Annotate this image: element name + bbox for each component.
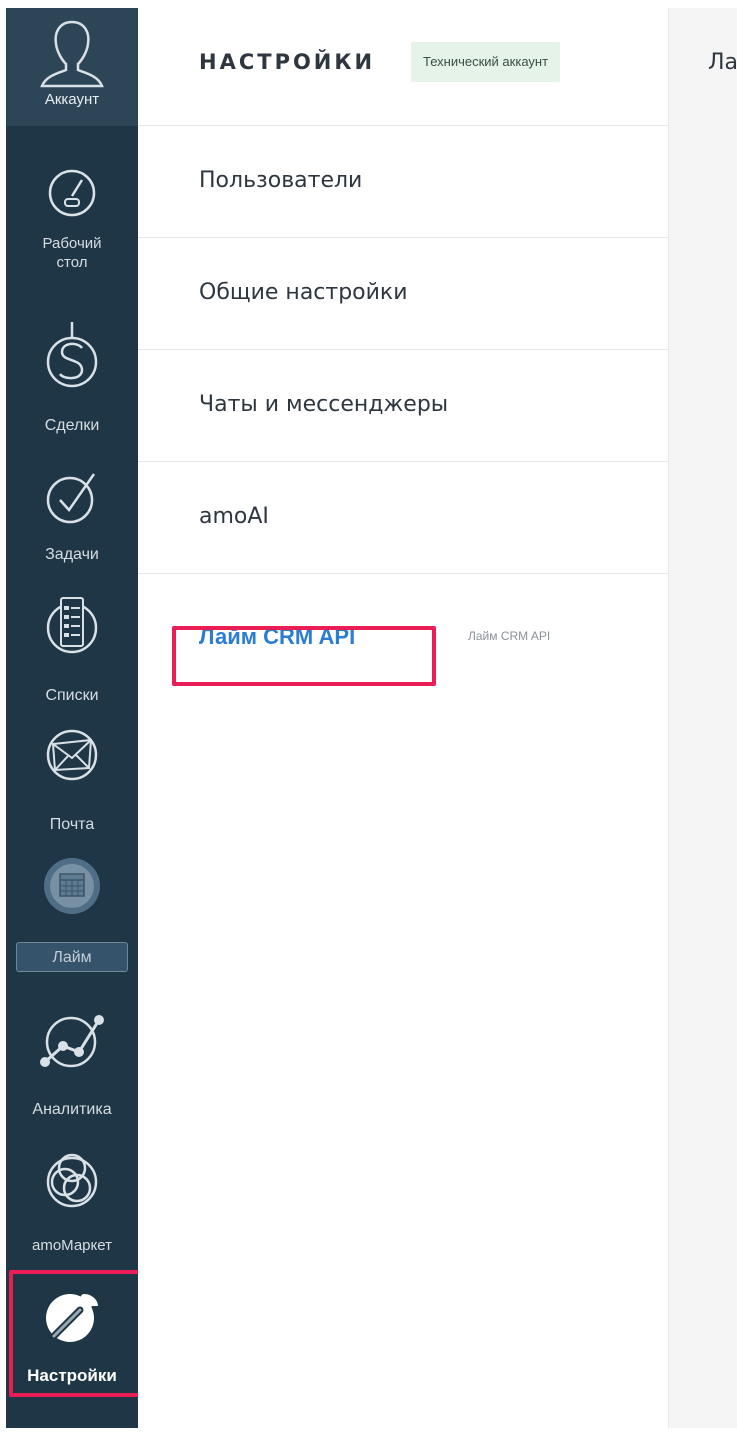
content-title: Лайм CRM API (708, 50, 737, 75)
nav-item-analytics[interactable]: Аналитика (6, 996, 138, 1126)
nav-label-account: Аккаунт (44, 91, 100, 108)
dollar-icon (46, 322, 98, 388)
content-area: Лайм CRM API (668, 8, 737, 1428)
list-icon (46, 597, 98, 654)
settings-item-label: Чаты и мессенджеры (199, 392, 449, 417)
lime-chip[interactable]: Лайм (16, 942, 128, 972)
market-icon (46, 1153, 98, 1208)
nav-label-dashboard-line1: Рабочий (42, 235, 102, 252)
page-title: НАСТРОЙКИ (199, 50, 376, 74)
checkmark-icon (46, 473, 96, 524)
widget-link-highlight (172, 626, 436, 686)
settings-item-label: Пользователи (199, 168, 363, 193)
settings-item-chats[interactable]: Чаты и мессенджеры (138, 350, 668, 462)
chart-icon (40, 1015, 104, 1068)
nav-item-market[interactable]: amoМаркет (6, 1146, 138, 1256)
nav-item-account[interactable]: Аккаунт (6, 8, 138, 126)
nav-item-lime[interactable]: Лайм (6, 856, 138, 986)
envelope-icon (46, 729, 98, 781)
settings-header: НАСТРОЙКИ Технический аккаунт (138, 8, 668, 126)
settings-item-general[interactable]: Общие настройки (138, 238, 668, 350)
nav-label-deals: Сделки (44, 417, 100, 434)
settings-panel: НАСТРОЙКИ Технический аккаунт Пользовате… (138, 8, 668, 1428)
nav-item-tasks[interactable]: Задачи (6, 468, 138, 578)
settings-item-users[interactable]: Пользователи (138, 126, 668, 238)
nav-label-lists: Списки (45, 687, 99, 704)
calendar-icon (44, 858, 100, 914)
left-nav-sidebar: Аккаунт Рабочий стол Сделки Задачи Списк… (6, 8, 138, 1428)
nav-label-analytics: Аналитика (32, 1101, 112, 1118)
settings-item-label: amoAI (199, 504, 269, 529)
nav-label-market: amoМаркет (32, 1237, 112, 1254)
nav-label-tasks: Задачи (45, 546, 99, 563)
nav-label-mail: Почта (49, 816, 95, 833)
settings-item-label: Общие настройки (199, 280, 408, 305)
nav-item-lists[interactable]: Списки (6, 588, 138, 708)
nav-label-dashboard: Рабочий стол (6, 234, 138, 272)
widget-subtitle: Лайм CRM API (468, 629, 551, 643)
nav-item-dashboard[interactable]: Рабочий стол (6, 158, 138, 278)
avatar-icon (40, 20, 104, 88)
nav-item-deals[interactable]: Сделки (6, 320, 138, 440)
speedometer-icon (48, 169, 96, 217)
nav-label-dashboard-line2: стол (56, 254, 88, 271)
settings-item-amoai[interactable]: amoAI (138, 462, 668, 574)
nav-item-mail[interactable]: Почта (6, 720, 138, 840)
account-type-badge: Технический аккаунт (411, 42, 561, 82)
page: Аккаунт Рабочий стол Сделки Задачи Списк… (0, 0, 737, 1436)
